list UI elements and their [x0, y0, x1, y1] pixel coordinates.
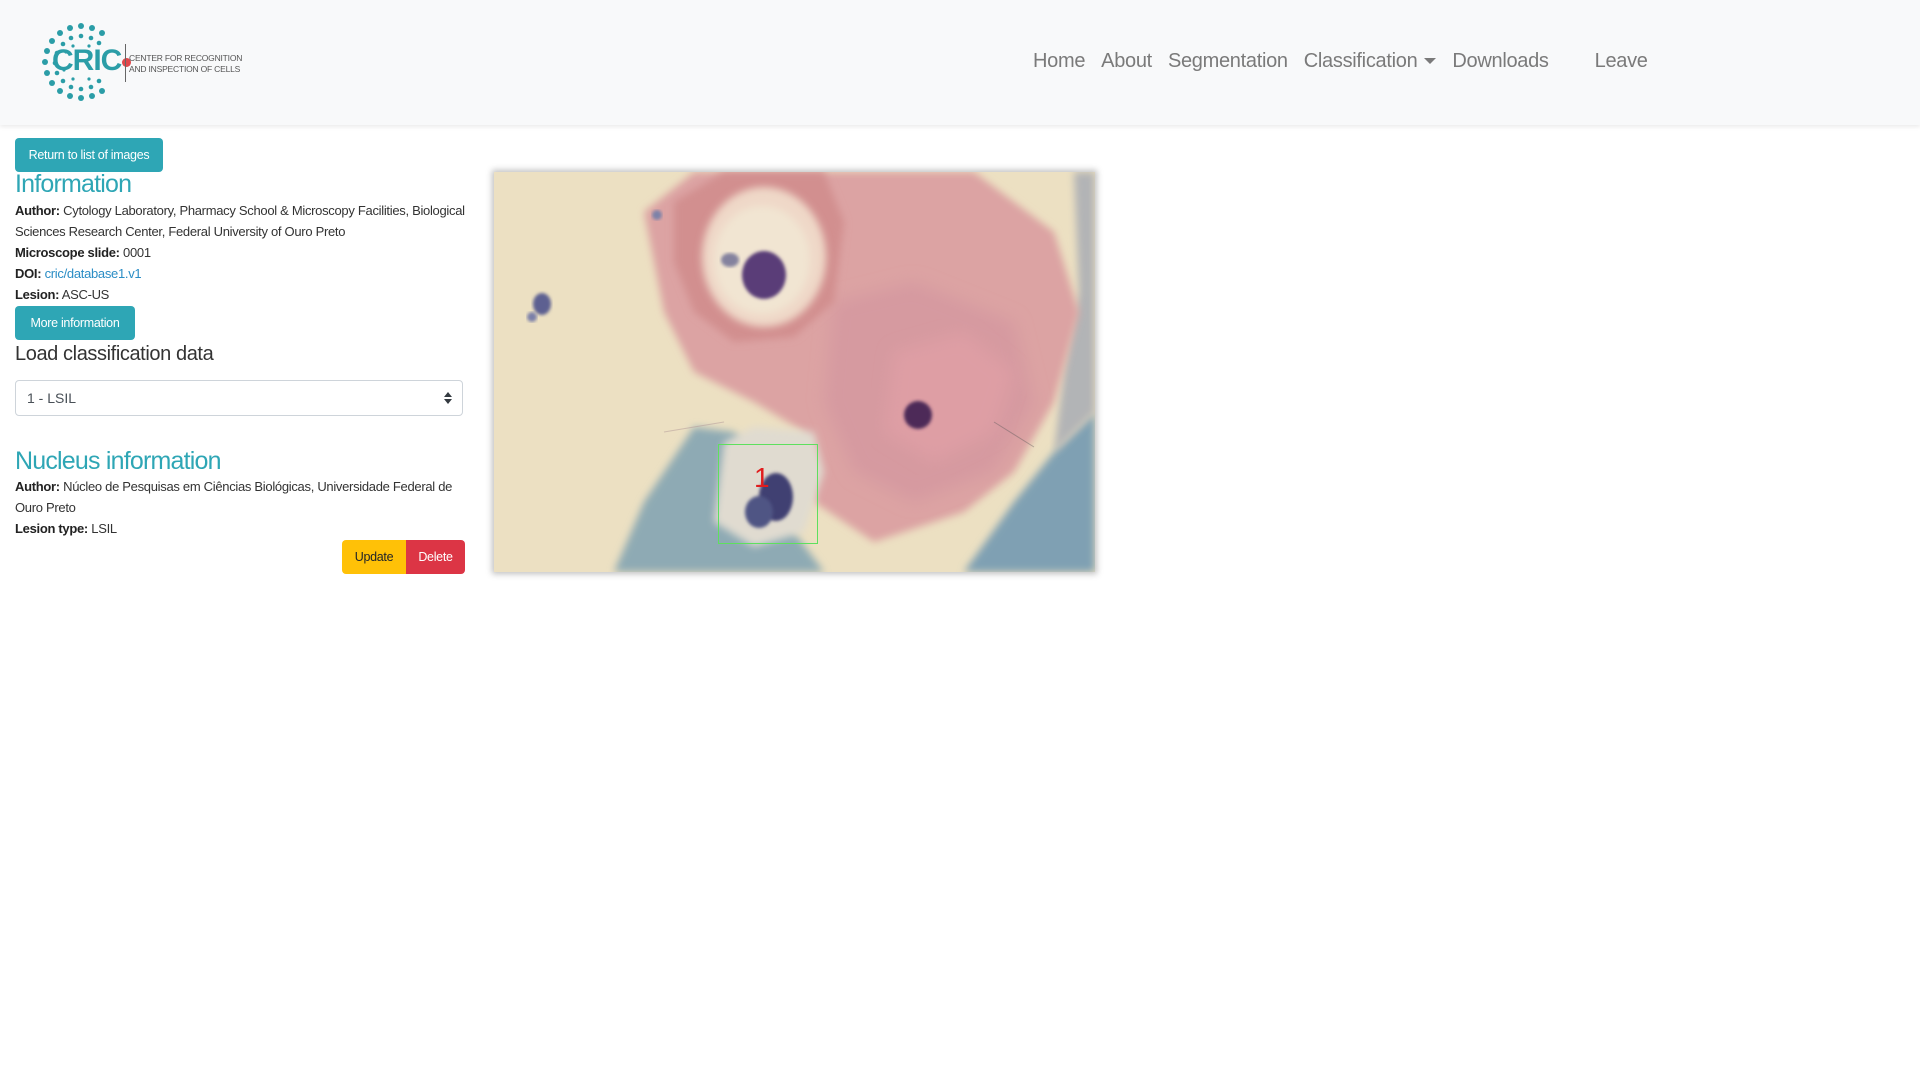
lesion-type-label: Lesion type: [15, 521, 88, 536]
logo-subtitle-line2: AND INSPECTION OF CELLS [129, 64, 241, 74]
lesion-value: ASC-US [61, 287, 110, 302]
nav-segmentation[interactable]: Segmentation [1168, 50, 1288, 73]
main-nav: Home About Segmentation Classification D… [1033, 50, 1664, 73]
classification-select-value: 1 - LSIL [27, 390, 77, 406]
information-doi: DOI: cric/database1.v1 [15, 263, 465, 284]
nav-leave[interactable]: Leave [1595, 50, 1648, 73]
chevron-down-icon [1424, 58, 1437, 64]
nav-classification-dropdown[interactable]: Classification [1304, 50, 1437, 73]
nucleus-lesion-type: Lesion type: LSIL [15, 518, 465, 539]
delete-button[interactable]: Delete [406, 540, 465, 574]
author-value: Cytology Laboratory, Pharmacy School & M… [15, 203, 465, 239]
classification-select[interactable]: 1 - LSIL [15, 380, 463, 416]
lesion-label: Lesion: [15, 287, 60, 302]
doi-link[interactable]: cric/database1.v1 [45, 266, 142, 281]
slide-label: Microscope slide: [15, 245, 120, 260]
select-updown-icon [444, 392, 452, 404]
return-to-list-button[interactable]: Return to list of images [15, 138, 163, 172]
lesion-type-value: LSIL [91, 521, 117, 536]
information-slide: Microscope slide: 0001 [15, 242, 465, 263]
logo-subtitle-line1: CENTER FOR RECOGNITION [129, 53, 243, 63]
nucleus-author-label: Author: [15, 479, 60, 494]
logo-separator [125, 44, 126, 82]
nucleus-author: Author: Núcleo de Pesquisas em Ciências … [15, 476, 465, 518]
slide-value: 0001 [123, 245, 151, 260]
navbar: CRIC CENTER FOR RECOGNITION AND INSPECTI… [0, 0, 1920, 125]
nav-about[interactable]: About [1101, 50, 1152, 73]
nucleus-roi-box[interactable] [718, 444, 818, 544]
nucleus-information-heading: Nucleus information [15, 447, 222, 475]
nav-downloads[interactable]: Downloads [1452, 50, 1549, 73]
author-label: Author: [15, 203, 60, 218]
update-button[interactable]: Update [342, 540, 406, 574]
more-information-button[interactable]: More information [15, 306, 135, 340]
cric-logo[interactable]: CRIC CENTER FOR RECOGNITION AND INSPECTI… [40, 22, 242, 102]
nucleus-roi-label: 1 [754, 462, 770, 493]
information-author: Author: Cytology Laboratory, Pharmacy Sc… [15, 200, 465, 242]
cell-image-canvas[interactable]: 1 [494, 172, 1095, 572]
load-classification-heading: Load classification data [15, 343, 214, 365]
information-lesion: Lesion: ASC-US [15, 284, 465, 305]
nav-home[interactable]: Home [1033, 50, 1085, 73]
logo-subtitle: CENTER FOR RECOGNITION AND INSPECTION OF… [129, 53, 242, 75]
logo-wordmark: CRIC [52, 46, 132, 76]
nav-classification-label: Classification [1303, 50, 1418, 72]
information-heading: Information [15, 170, 132, 198]
nucleus-author-value: Núcleo de Pesquisas em Ciências Biológic… [15, 479, 453, 515]
doi-label: DOI: [15, 266, 42, 281]
